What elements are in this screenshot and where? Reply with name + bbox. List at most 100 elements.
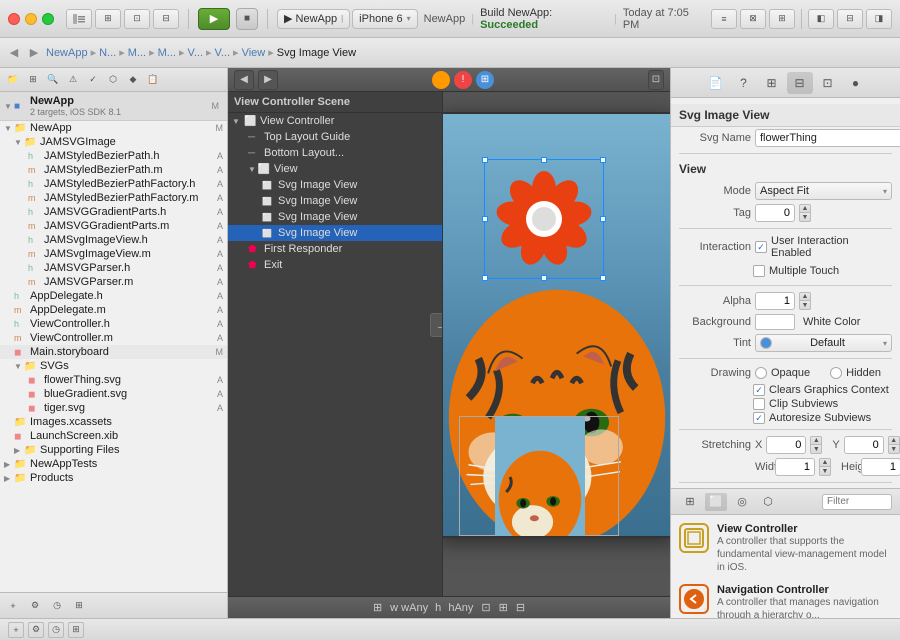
ib-back[interactable]: ◀ (234, 70, 254, 90)
x-up[interactable]: ▲ (810, 436, 822, 445)
scene-first-responder[interactable]: ⬟ First Responder (228, 241, 442, 257)
group-tests[interactable]: ▶ 📁 NewAppTests (0, 457, 227, 471)
svgs-disclosure[interactable]: ▼ (14, 362, 24, 371)
nav-icon-debug[interactable]: ⬡ (104, 72, 122, 88)
forward-button[interactable]: ▶ (26, 45, 42, 61)
lib-btn-2[interactable]: ⬜ (705, 493, 727, 511)
alpha-input[interactable] (755, 292, 795, 310)
products-disclosure[interactable]: ▶ (4, 474, 14, 483)
navigator-panel[interactable]: ◧ (808, 9, 834, 29)
canvas-constrain[interactable]: ⊞ (499, 601, 508, 614)
grid-icon[interactable]: ⊞ (68, 622, 84, 638)
tag-stepper-up[interactable]: ▲ (799, 204, 811, 213)
inspector-connections[interactable]: ● (843, 72, 869, 94)
newapp-disclosure[interactable]: ▼ (4, 124, 14, 133)
file-bezierF-m[interactable]: m JAMStyledBezierPathFactory.m A (0, 191, 227, 205)
lib-item-vc[interactable]: View Controller A controller that suppor… (675, 519, 896, 578)
scene-bottomlayout[interactable]: ─ Bottom Layout... (228, 145, 442, 161)
breadcrumb-svg-image-view[interactable]: Svg Image View (277, 47, 356, 59)
inspector-toggle[interactable]: ⊟ (153, 9, 179, 29)
group-products[interactable]: ▶ 📁 Products (0, 471, 227, 485)
file-imageview-m[interactable]: m JAMSvgImageView.m A (0, 247, 227, 261)
handle-bm[interactable] (541, 275, 547, 281)
editor-assistant[interactable]: ⊠ (740, 9, 766, 29)
file-imageview-h[interactable]: h JAMSvgImageView.h A (0, 233, 227, 247)
file-parser-h[interactable]: h JAMSVGParser.h A (0, 261, 227, 275)
library-filter[interactable] (822, 494, 892, 510)
inspector-attributes[interactable]: ⊟ (787, 72, 813, 94)
handle-tr[interactable] (600, 157, 606, 163)
debug-toggle[interactable]: ⊡ (124, 9, 150, 29)
tint-select[interactable]: Default ▾ (755, 334, 892, 352)
file-bezierF-h[interactable]: h JAMStyledBezierPathFactory.h A (0, 177, 227, 191)
handle-ml[interactable] (482, 216, 488, 222)
stop-button[interactable]: ■ (236, 8, 258, 30)
navigator-toggle[interactable]: ⊞ (95, 9, 121, 29)
size-indicator[interactable]: w wAny h hAny (390, 602, 473, 614)
y-up[interactable]: ▲ (888, 436, 900, 445)
scene-svg3[interactable]: ⬜ Svg Image View (228, 209, 442, 225)
file-bezier-m[interactable]: m JAMStyledBezierPath.m A (0, 163, 227, 177)
group-newapp[interactable]: ▼ 📁 NewApp M (0, 121, 227, 135)
nav-icon-test[interactable]: ✓ (84, 72, 102, 88)
group-supporting[interactable]: ▶ 📁 Supporting Files (0, 443, 227, 457)
zoom-fit[interactable]: ⊡ (648, 70, 664, 90)
nav-icon-report[interactable]: 📋 (144, 72, 162, 88)
view-disc[interactable]: ▼ (248, 165, 256, 174)
background-swatch[interactable] (755, 314, 795, 330)
x-input[interactable] (766, 436, 806, 454)
recent-files-btn[interactable]: ◷ (48, 598, 66, 614)
multiple-touch-checkbox[interactable] (753, 265, 765, 277)
add-file-btn[interactable]: + (4, 598, 22, 614)
x-down[interactable]: ▼ (810, 445, 822, 454)
breadcrumb-view[interactable]: View (242, 47, 266, 59)
inspector-identity[interactable]: ⊞ (759, 72, 785, 94)
file-viewcontroller-m[interactable]: m ViewController.m A (0, 331, 227, 345)
constraint-warning[interactable] (432, 71, 450, 89)
hidden-radio[interactable] (830, 367, 842, 379)
breadcrumb-n[interactable]: N... (99, 47, 116, 59)
canvas-add-constraint[interactable]: ⊟ (516, 601, 525, 614)
handle-br[interactable] (600, 275, 606, 281)
clears-graphics-checkbox[interactable] (753, 384, 765, 396)
file-flower[interactable]: ◼ flowerThing.svg A (0, 373, 227, 387)
file-tiger[interactable]: ◼ tiger.svg A (0, 401, 227, 415)
scene-viewcontroller[interactable]: ▼ ⬜ View Controller (228, 113, 442, 129)
minimize-button[interactable] (25, 13, 37, 25)
inspector-quick-help[interactable]: ? (731, 72, 757, 94)
back-button[interactable]: ◀ (6, 45, 22, 61)
lib-btn-1[interactable]: ⊞ (679, 493, 701, 511)
filter-btn[interactable]: ⚙ (26, 598, 44, 614)
svg-name-input[interactable] (755, 129, 900, 147)
breadcrumb-newapp[interactable]: NewApp (46, 47, 88, 59)
lib-item-nav[interactable]: Navigation Controller A controller that … (675, 580, 896, 618)
breadcrumb-m1[interactable]: M... (128, 47, 146, 59)
nav-icon-warning[interactable]: ⚠ (64, 72, 82, 88)
nav-icon-breakpoint[interactable]: ◆ (124, 72, 142, 88)
canvas-btn-left[interactable]: ⊞ (373, 601, 382, 614)
jamsv-disclosure[interactable]: ▼ (14, 138, 24, 147)
sidebar-toggle-left[interactable] (66, 9, 92, 29)
filter-icon[interactable]: ⚙ (28, 622, 44, 638)
scene-view[interactable]: ▼ ⬜ View (228, 161, 442, 177)
canvas-area[interactable] (443, 92, 670, 596)
inspector-size[interactable]: ⊡ (815, 72, 841, 94)
scene-svg2[interactable]: ⬜ Svg Image View (228, 193, 442, 209)
mode-select[interactable]: Aspect Fit ▾ (755, 182, 892, 200)
recent-icon[interactable]: ◷ (48, 622, 64, 638)
nav-icon-target[interactable]: ⊞ (24, 72, 42, 88)
scene-svg4[interactable]: ⬜ Svg Image View (228, 225, 442, 241)
maximize-button[interactable] (42, 13, 54, 25)
width-down[interactable]: ▼ (819, 467, 831, 476)
scene-exit[interactable]: ⬟ Exit (228, 257, 442, 273)
run-button[interactable]: ▶ (198, 8, 230, 30)
file-gradient-h[interactable]: h JAMSVGGradientParts.h A (0, 205, 227, 219)
add-btn[interactable]: + (8, 622, 24, 638)
y-down[interactable]: ▼ (888, 445, 900, 454)
supporting-disclosure[interactable]: ▶ (14, 446, 24, 455)
tag-input[interactable] (755, 204, 795, 222)
alpha-up[interactable]: ▲ (799, 292, 811, 301)
y-input[interactable] (844, 436, 884, 454)
file-bezier-h[interactable]: h JAMStyledBezierPath.h A (0, 149, 227, 163)
file-appdelegate-m[interactable]: m AppDelegate.m A (0, 303, 227, 317)
